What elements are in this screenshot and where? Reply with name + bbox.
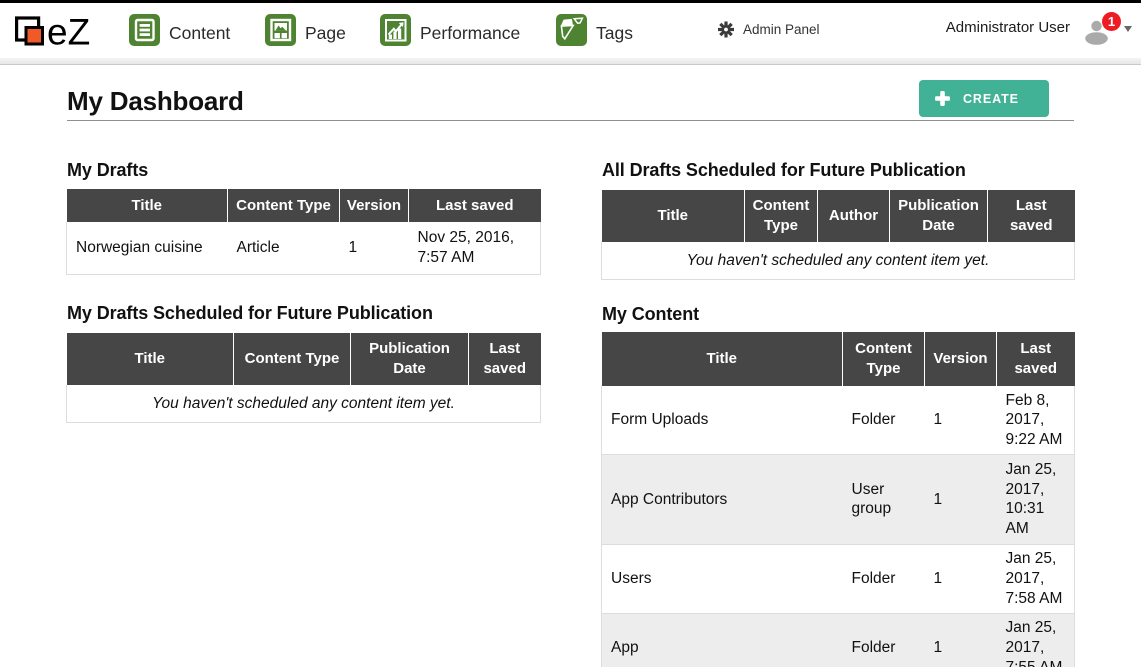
svg-text:eZ: eZ <box>47 15 90 53</box>
